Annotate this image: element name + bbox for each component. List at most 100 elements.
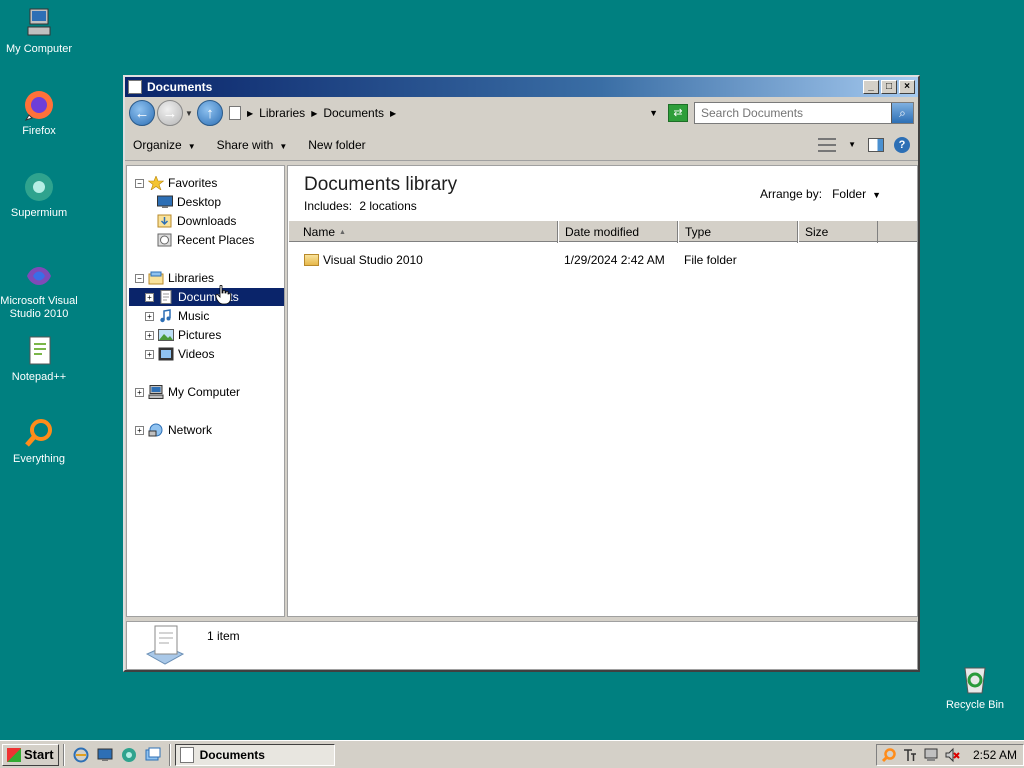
- supermium-icon[interactable]: [121, 747, 137, 763]
- breadcrumb-libraries[interactable]: Libraries: [259, 106, 305, 120]
- show-desktop-icon[interactable]: [97, 747, 113, 763]
- nav-item-libraries[interactable]: − Libraries: [135, 269, 214, 287]
- maximize-button[interactable]: □: [881, 80, 897, 94]
- chevron-down-icon: ▼: [872, 190, 881, 200]
- address-bar: ← → ▼ ↑ ▶ Libraries ▶ Documents ▶ ▼ ⇄ ⌕: [125, 97, 918, 129]
- window-switcher-icon[interactable]: [145, 747, 161, 763]
- nav-item-music[interactable]: + Music: [145, 307, 209, 325]
- nav-item-recent-places[interactable]: Recent Places: [157, 231, 254, 249]
- collapse-icon[interactable]: −: [135, 178, 144, 188]
- forward-button[interactable]: →: [157, 100, 183, 126]
- start-label: Start: [24, 747, 54, 762]
- column-header-type[interactable]: Type: [678, 221, 798, 243]
- up-button[interactable]: ↑: [197, 100, 223, 126]
- file-name: Visual Studio 2010: [323, 253, 423, 267]
- internet-explorer-icon[interactable]: [73, 747, 89, 763]
- document-icon: [179, 746, 194, 763]
- title-bar[interactable]: Documents _ □ ×: [125, 77, 918, 97]
- includes-locations-link[interactable]: 2 locations: [359, 199, 416, 213]
- start-button[interactable]: Start: [2, 743, 59, 766]
- input-method-icon[interactable]: [902, 747, 918, 763]
- desktop-icon-visual-studio[interactable]: Microsoft Visual Studio 2010: [0, 258, 78, 321]
- document-icon: [229, 106, 241, 120]
- file-name-cell: Visual Studio 2010: [288, 250, 558, 270]
- desktop-icon-my-computer[interactable]: My Computer: [0, 6, 78, 56]
- share-with-label: Share with: [216, 137, 274, 152]
- back-button[interactable]: ←: [129, 100, 155, 126]
- nav-item-downloads[interactable]: Downloads: [157, 212, 236, 230]
- view-dropdown-icon[interactable]: ▼: [848, 140, 856, 149]
- desktop-icon-notepad-plus-plus[interactable]: Notepad++: [0, 334, 78, 384]
- search-icon[interactable]: ⌕: [891, 103, 913, 123]
- arrange-by-dropdown[interactable]: Folder ▼: [832, 187, 881, 201]
- network-tray-icon[interactable]: [923, 747, 939, 763]
- file-row[interactable]: Visual Studio 2010 1/29/2024 2:42 AM Fil…: [288, 250, 917, 270]
- column-header-label: Name: [303, 225, 336, 239]
- column-header-size[interactable]: Size: [798, 221, 878, 243]
- desktop-icon-recycle-bin[interactable]: Recycle Bin: [936, 662, 1014, 712]
- chevron-right-icon[interactable]: ▶: [390, 109, 396, 118]
- breadcrumb-documents[interactable]: Documents: [323, 106, 384, 120]
- help-icon[interactable]: ?: [894, 136, 910, 153]
- expand-icon[interactable]: +: [135, 425, 144, 435]
- file-type: File folder: [684, 253, 737, 267]
- expand-icon[interactable]: +: [145, 349, 154, 359]
- downloads-icon: [157, 214, 172, 228]
- system-tray: 2:52 AM: [875, 743, 1024, 766]
- preview-pane-icon[interactable]: [868, 137, 884, 152]
- library-title: Documents library: [304, 174, 458, 195]
- recent-places-icon: [157, 233, 172, 247]
- search-input[interactable]: [695, 104, 891, 122]
- address-box[interactable]: ▶ Libraries ▶ Documents ▶ ▼: [227, 102, 668, 124]
- refresh-button[interactable]: ⇄: [668, 104, 688, 122]
- address-history-dropdown-icon[interactable]: ▼: [649, 108, 658, 118]
- expand-icon[interactable]: +: [145, 330, 154, 340]
- firefox-icon: [22, 88, 56, 122]
- nav-label: Network: [168, 423, 213, 437]
- collapse-icon[interactable]: −: [135, 273, 144, 283]
- new-folder-button[interactable]: New folder: [308, 138, 365, 152]
- navigation-pane: − Favorites Desktop Downloads Recent Pla…: [126, 165, 285, 617]
- nav-item-my-computer[interactable]: + My Computer: [135, 383, 240, 401]
- column-headers: Name ▲ Date modified Type Size: [288, 220, 917, 243]
- desktop-icon-supermium[interactable]: Supermium: [0, 170, 78, 220]
- nav-item-videos[interactable]: + Videos: [145, 345, 214, 363]
- nav-item-desktop[interactable]: Desktop: [157, 193, 221, 211]
- taskbar-button-documents[interactable]: Documents: [174, 743, 335, 766]
- close-button[interactable]: ×: [899, 80, 915, 94]
- desktop-icon: [157, 195, 173, 208]
- organize-button[interactable]: Organize ▼: [133, 138, 196, 152]
- desktop-icon-firefox[interactable]: Firefox: [0, 88, 78, 138]
- expand-icon[interactable]: +: [145, 292, 154, 302]
- desktop-icon-everything[interactable]: Everything: [0, 416, 78, 466]
- nav-label: Desktop: [177, 195, 222, 209]
- column-header-name[interactable]: Name ▲: [288, 221, 558, 243]
- everything-search-icon[interactable]: [881, 747, 897, 763]
- content-pane: Documents library Includes: 2 locations …: [287, 165, 918, 617]
- nav-label: Pictures: [178, 328, 222, 342]
- expand-icon[interactable]: +: [145, 311, 154, 321]
- nav-item-favorites[interactable]: − Favorites: [135, 174, 217, 192]
- chevron-right-icon[interactable]: ▶: [311, 109, 317, 118]
- expand-icon[interactable]: +: [135, 387, 144, 397]
- view-options-icon[interactable]: [818, 137, 837, 152]
- windows-logo-icon: [7, 747, 21, 762]
- nav-item-documents[interactable]: + Documents: [129, 288, 284, 306]
- recent-pages-dropdown-icon[interactable]: ▼: [183, 109, 195, 118]
- clock[interactable]: 2:52 AM: [973, 748, 1017, 762]
- nav-item-network[interactable]: + Network: [135, 421, 212, 439]
- nav-label: Music: [178, 309, 210, 323]
- share-with-button[interactable]: Share with ▼: [217, 138, 288, 152]
- taskbar: Start Documents 2:52 AM: [0, 740, 1024, 768]
- volume-muted-icon[interactable]: [944, 747, 960, 763]
- column-header-label: Size: [805, 225, 829, 239]
- libraries-icon: [148, 271, 164, 285]
- nav-label: Downloads: [177, 214, 237, 228]
- chevron-right-icon[interactable]: ▶: [247, 109, 253, 118]
- column-header-date-modified[interactable]: Date modified: [558, 221, 678, 243]
- everything-search-icon: [22, 416, 56, 450]
- computer-icon: [148, 385, 164, 399]
- nav-item-pictures[interactable]: + Pictures: [145, 326, 221, 344]
- nav-label: Videos: [178, 347, 215, 361]
- minimize-button[interactable]: _: [863, 80, 879, 94]
